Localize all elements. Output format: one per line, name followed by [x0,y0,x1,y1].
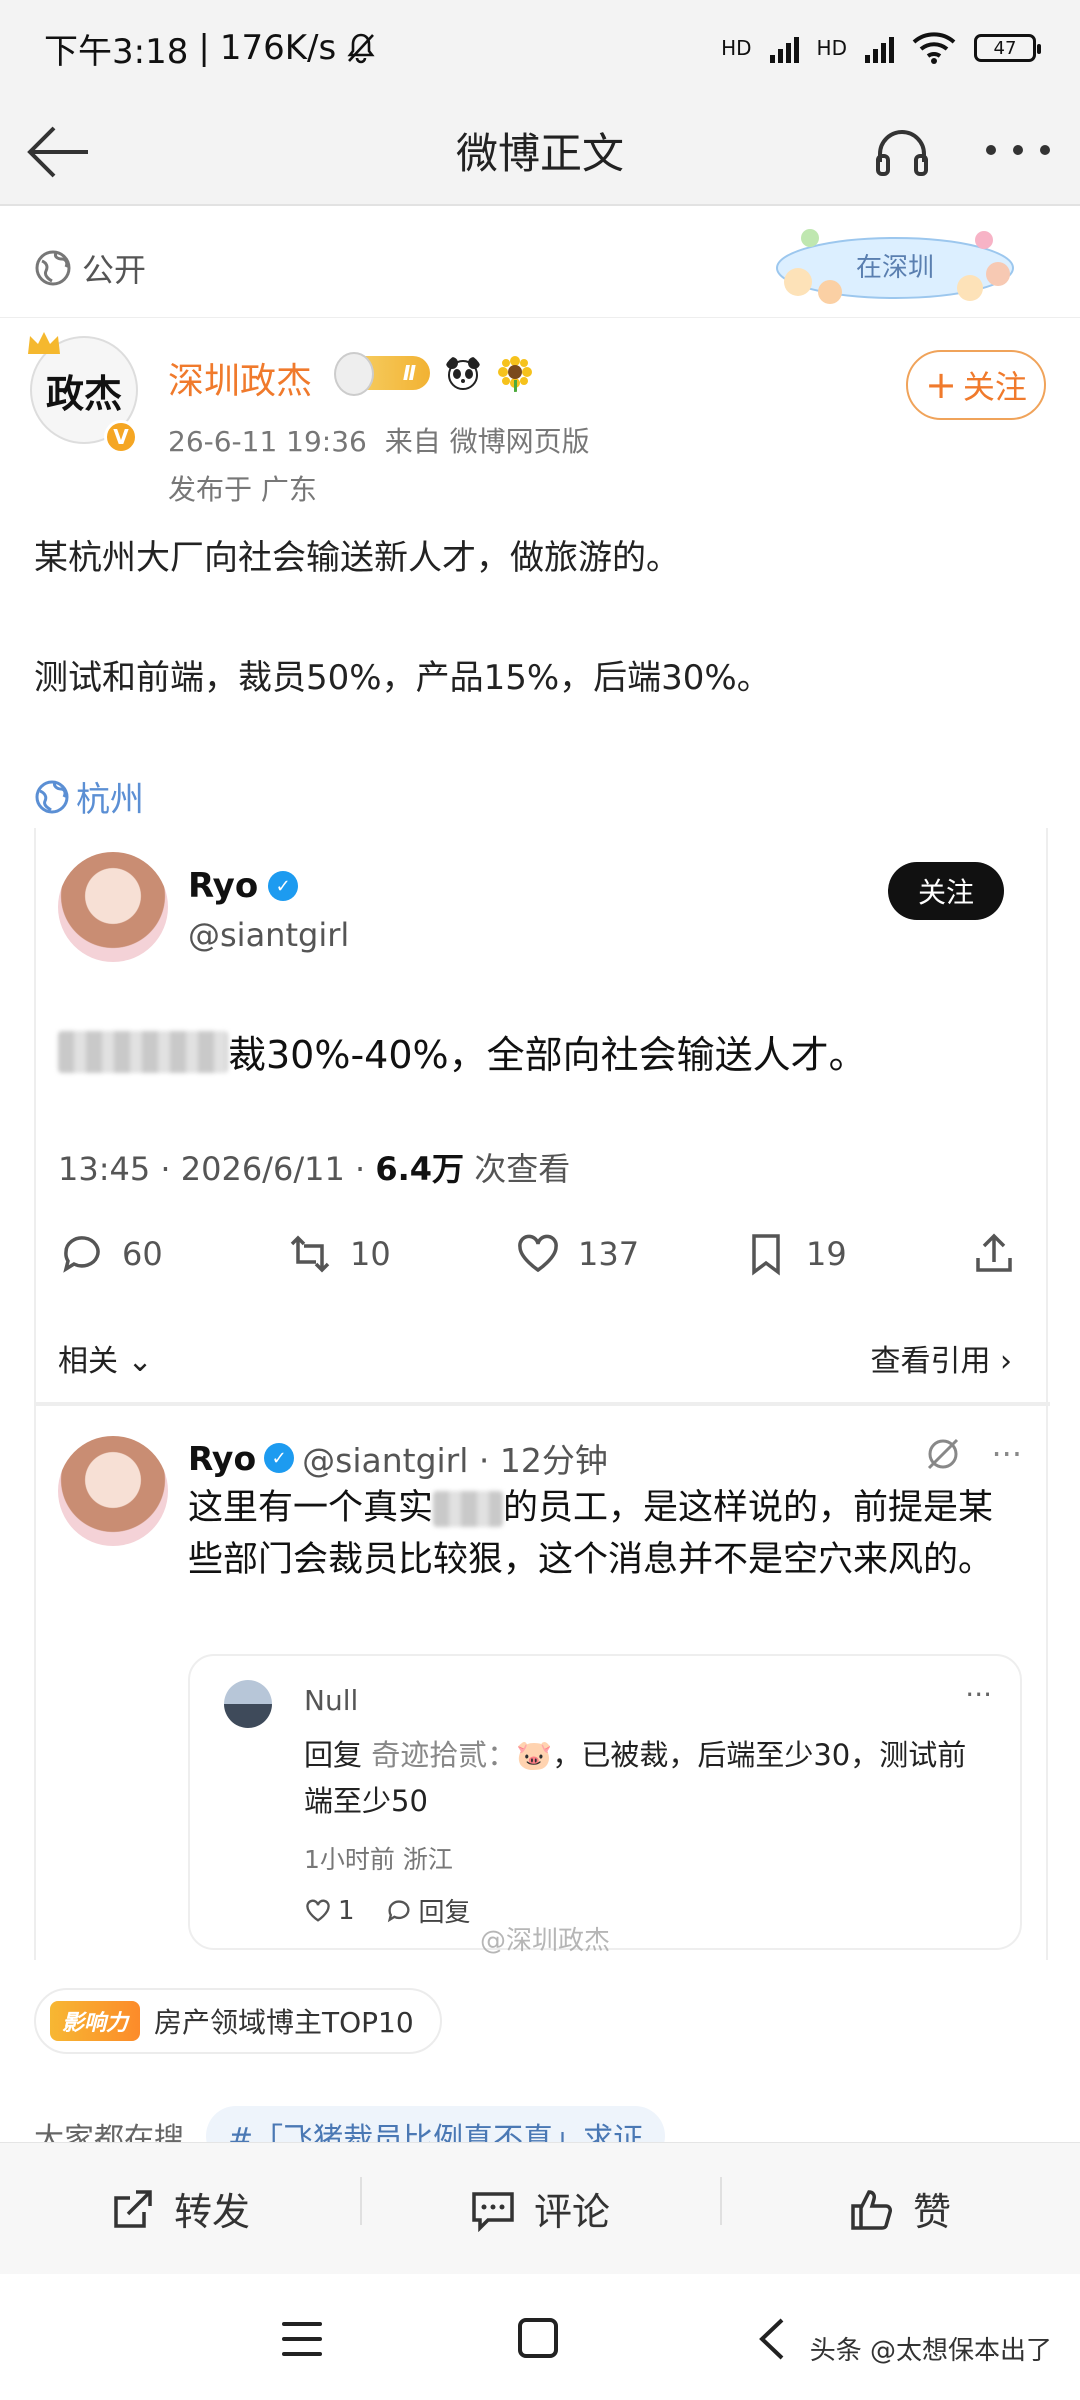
battery-icon: 47 [974,34,1041,62]
embedded-screenshot[interactable]: Ryo ✓ @siantgirl 关注 裁30%-40%，全部向社会输送人才。 1… [34,828,1050,1960]
share-upload-icon [976,1233,1012,1272]
quoted-time: 1小时前 浙江 [304,1845,453,1874]
quoted-actions: 1 回复 [304,1892,471,1929]
sunflower-icon [498,356,532,392]
related-dropdown: 相关 ⌄ [58,1344,153,1379]
tweet-author-name: Ryo ✓ [188,866,299,906]
comment-bubble-icon [387,1899,410,1922]
grok-icon [928,1438,959,1470]
tweet-avatar [58,852,168,962]
verified-check-icon: ✓ [264,1443,295,1473]
status-bar: 下午3:18 | 176K/s HD HD 47 [0,0,1080,96]
verified-v-icon: V [104,420,138,454]
influence-tag: 影响力 [50,2001,141,2041]
view-quotes-link: 查看引用 › [870,1344,1012,1379]
retweet-stat: 10 [286,1230,514,1278]
bottom-action-bar: 转发 评论 赞 [0,2142,1080,2274]
globe-icon [35,250,71,285]
heart-icon [306,1899,330,1922]
follow-button[interactable]: + 关注 [906,350,1046,420]
visibility-label: 公开 [82,250,147,289]
tweet-follow-button: 关注 [888,862,1004,920]
author-badges: Ⅱ [334,352,534,396]
tweet-timestamp: 13:45 · 2026/6/11 · 6.4万 次查看 [58,1150,571,1188]
repost-icon [114,2189,152,2228]
more-options-icon[interactable] [986,140,1050,160]
reply-avatar [58,1436,168,1546]
heart-icon [518,1234,558,1273]
system-nav-bar: 头条 @太想保本出了 [0,2274,1080,2400]
recent-apps-icon[interactable] [282,2322,322,2356]
like-stat: 137 [514,1230,742,1278]
more-dots-icon: ··· [991,1435,1022,1473]
quoted-avatar [224,1680,272,1728]
toutiao-watermark: 头条 @太想保本出了 [809,2336,1052,2366]
globe-link-icon [35,780,69,813]
back-arrow-icon[interactable] [24,122,94,182]
verified-check-icon: ✓ [268,871,299,901]
redacted-text [433,1491,504,1527]
system-back-icon[interactable] [756,2316,786,2362]
retweet-icon [290,1235,330,1273]
tweet-handle: @siantgirl [188,916,350,954]
tweet-text: 裁30%-40%，全部向社会输送人才。 [58,1024,867,1079]
level-badge: Ⅱ [334,352,430,396]
quoted-text: 回复 奇迹拾贰：🐷，已被裁，后端至少30，测试前端至少50 [304,1738,967,1818]
reply-header: Ryo ✓ @siantgirl · 12分钟 [188,1438,608,1481]
redacted-text [58,1030,228,1073]
reply-stat: 60 [58,1230,286,1278]
location-sticker: 在深圳 [776,229,1014,304]
reply-tools: ··· [923,1434,1022,1474]
home-icon[interactable] [518,2318,558,2358]
thumbs-up-icon [851,2189,892,2230]
mute-bell-icon [347,33,375,64]
like-button[interactable]: 赞 [720,2177,1080,2236]
top-nav-bar: 微博正文 [0,96,1080,206]
post-text-line-2: 测试和前端，裁员50%，产品15%，后端30%。 [34,658,771,698]
chevron-down-icon: ⌄ [127,1344,153,1379]
weibo-watermark: @深圳政杰 [480,1926,611,1956]
status-time: 下午3:18 [44,31,189,72]
svg-text:在深圳: 在深圳 [856,253,934,283]
status-net-speed: 176K/s [219,28,337,68]
author-name[interactable]: 深圳政杰 [168,352,312,404]
tweet-actions: 60 10 137 19 [58,1224,1028,1284]
chevron-right-icon: › [1000,1344,1012,1379]
repost-button[interactable]: 转发 [0,2181,360,2236]
wifi-icon [912,32,956,64]
crown-icon [28,332,60,354]
more-dots-icon: ··· [965,1678,992,1711]
location-tag[interactable]: 杭州 [34,772,144,821]
comment-button[interactable]: 评论 [360,2177,720,2236]
bookmark-stat: 19 [742,1230,970,1278]
panda-icon [446,357,480,390]
influence-text: 房产领域博主TOP10 [154,2006,414,2039]
divider [36,1402,1050,1406]
bookmark-icon [752,1234,780,1276]
post-ip-location: 发布于 广东 [168,473,317,506]
reply-text: 这里有一个真实 的员工，是这样说的，前提是某些部门会裁员比较狠，这个消息并不是空穴… [188,1488,994,1580]
influence-badge[interactable]: 影响力 房产领域博主TOP10 [34,1988,442,2054]
signal-icon [769,33,799,63]
quoted-comment-card: Null ··· 回复 奇迹拾贰：🐷，已被裁，后端至少30，测试前端至少50 1… [188,1654,1022,1950]
quoted-name: Null [304,1684,359,1717]
signal-icon [865,33,894,63]
comment-bubble-icon [63,1236,100,1273]
post-text-line-1: 某杭州大厂向社会输送新人才，做旅游的。 [34,538,680,578]
headphone-icon[interactable] [874,126,930,178]
post-meta: 26-6-11 19:36 来自 微博网页版 [168,425,590,458]
comment-icon [472,2191,514,2232]
